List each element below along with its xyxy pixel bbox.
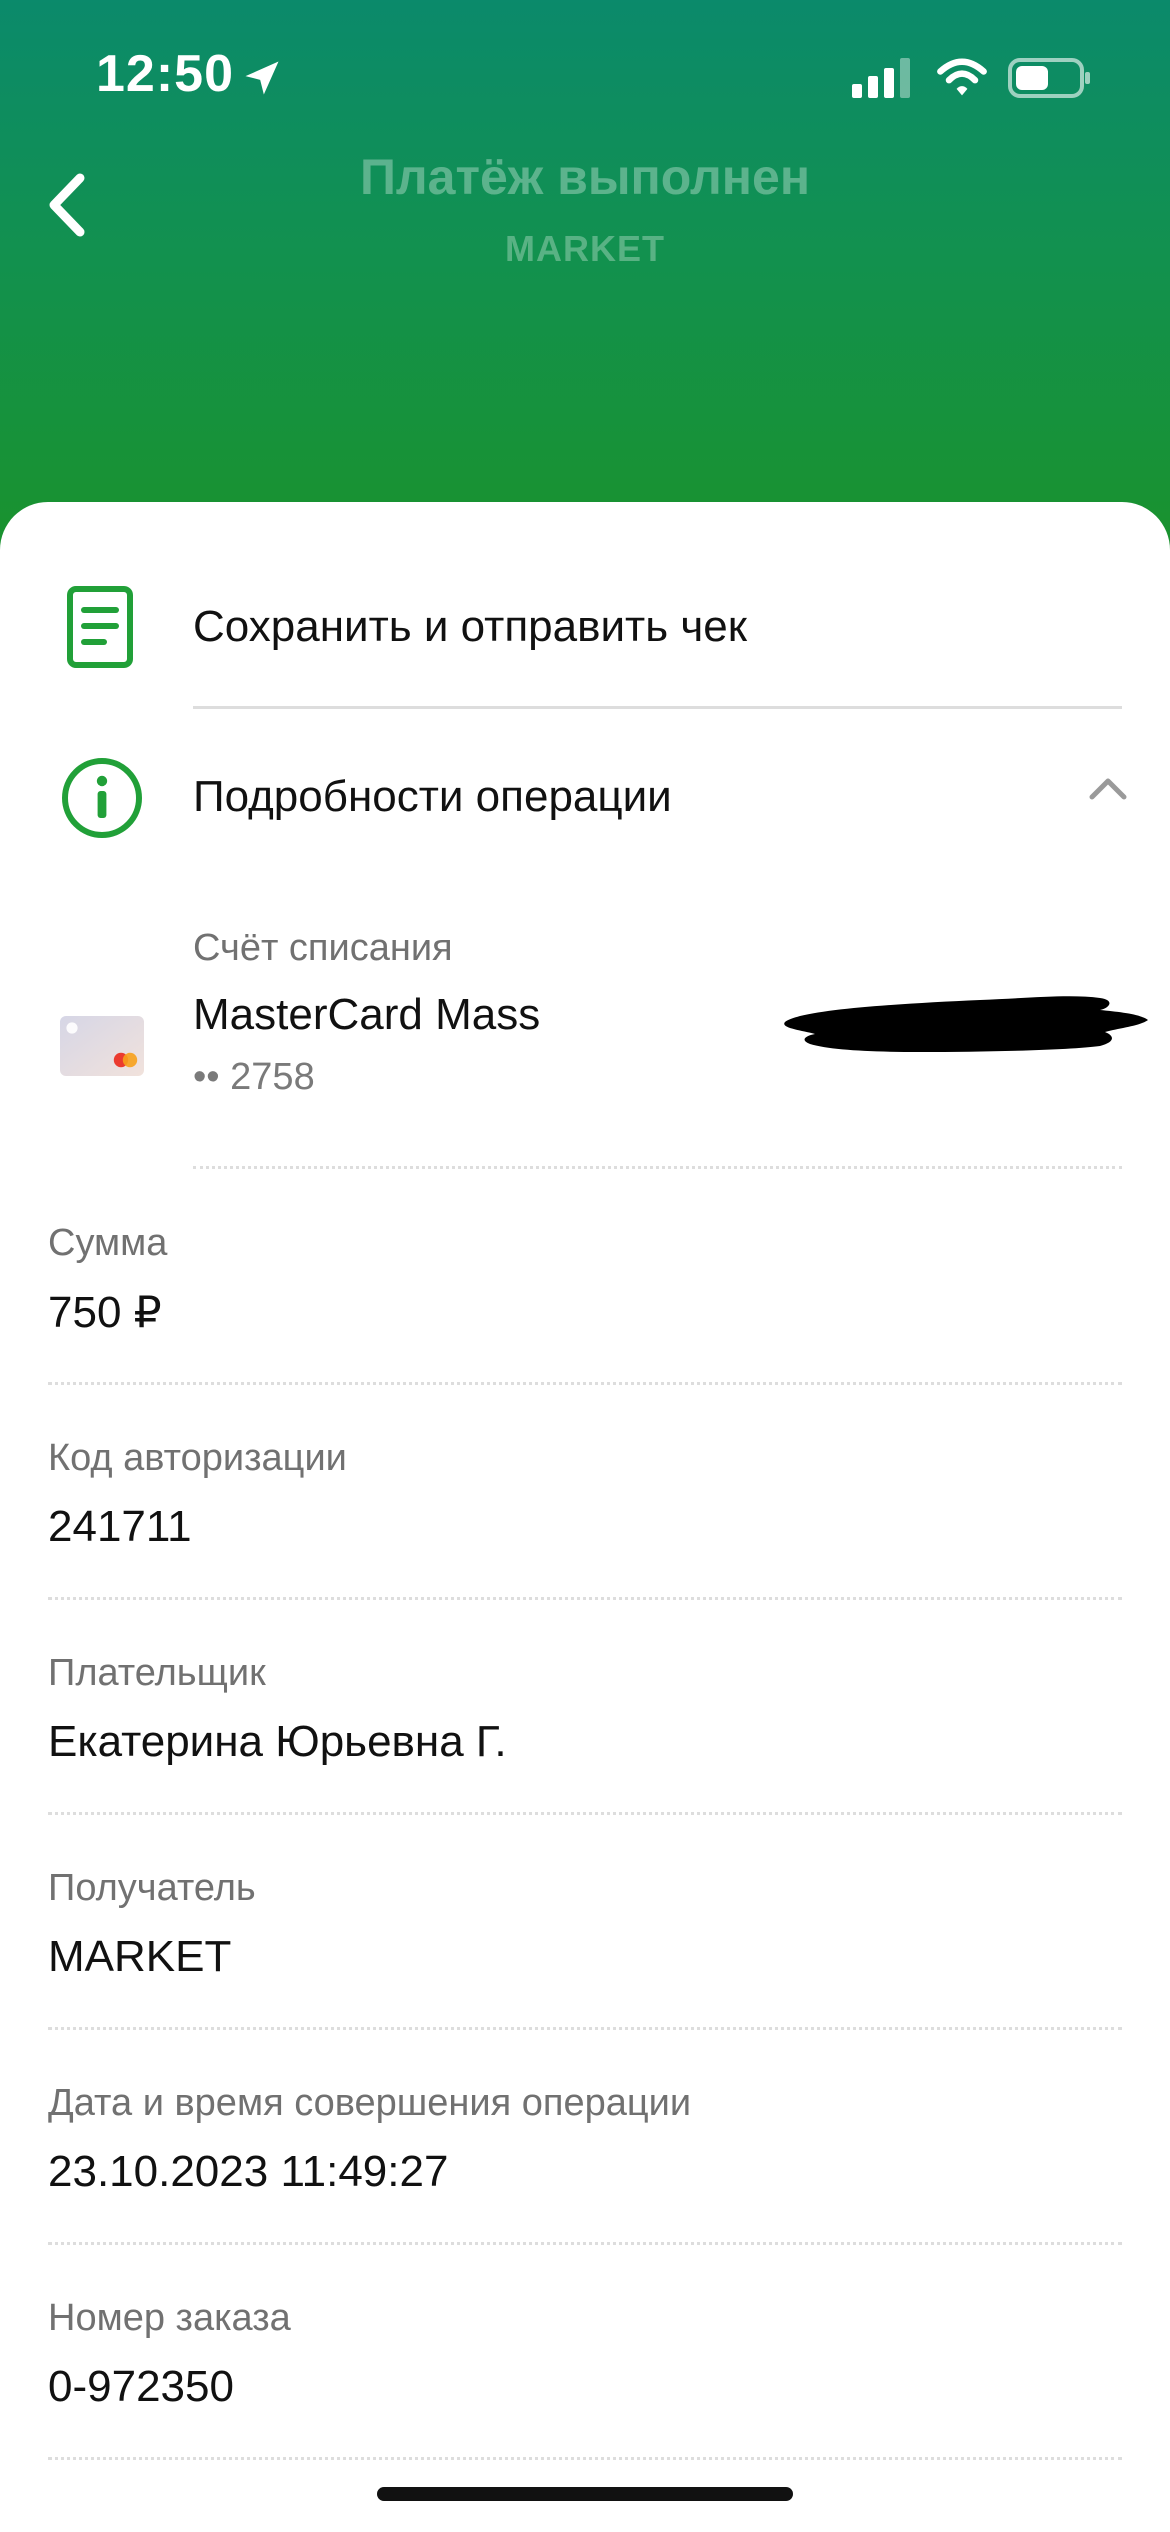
bank-card-icon bbox=[60, 1016, 144, 1076]
header: 12:50 Платёж выполнен MARKET bbox=[0, 0, 1170, 560]
datetime-value: 23.10.2023 11:49:27 bbox=[48, 2147, 449, 2196]
dotted-divider bbox=[48, 2027, 1122, 2030]
home-indicator[interactable] bbox=[377, 2487, 793, 2501]
dotted-divider bbox=[48, 2242, 1122, 2245]
account-label: Счёт списания bbox=[193, 927, 453, 969]
order-number-label: Номер заказа bbox=[48, 2297, 291, 2339]
card-number: •• 2758 bbox=[193, 1056, 315, 1098]
save-receipt-row[interactable]: Сохранить и отправить чек bbox=[0, 542, 1170, 710]
status-time: 12:50 bbox=[96, 45, 234, 103]
dotted-divider bbox=[48, 1597, 1122, 1600]
header-title: Платёж выполнен bbox=[359, 149, 811, 205]
battery-icon bbox=[1008, 58, 1090, 98]
receipt-icon bbox=[67, 586, 133, 668]
save-receipt-label: Сохранить и отправить чек bbox=[193, 602, 747, 651]
header-subtitle: MARKET bbox=[505, 228, 665, 269]
details-label: Подробности операции bbox=[193, 772, 672, 821]
auth-code-label: Код авторизации bbox=[48, 1437, 347, 1479]
dotted-divider bbox=[48, 1812, 1122, 1815]
recipient-value: MARKET bbox=[48, 1932, 232, 1981]
redaction-mark bbox=[784, 996, 1148, 1052]
divider bbox=[193, 706, 1122, 709]
wifi-icon bbox=[937, 58, 987, 96]
amount-value: 750 ₽ bbox=[48, 1288, 162, 1337]
location-arrow-icon bbox=[245, 61, 279, 95]
dotted-divider bbox=[48, 1382, 1122, 1385]
recipient-label: Получатель bbox=[48, 1867, 256, 1909]
card-name: MasterCard Mass bbox=[193, 990, 541, 1039]
chevron-up-icon[interactable] bbox=[1088, 777, 1128, 801]
dotted-divider bbox=[48, 2457, 1122, 2460]
details-card: Сохранить и отправить чек Подробности оп… bbox=[0, 502, 1170, 2532]
datetime-label: Дата и время совершения операции bbox=[48, 2082, 692, 2124]
auth-code-value: 241711 bbox=[48, 1502, 192, 1551]
payer-value: Екатерина Юрьевна Г. bbox=[48, 1717, 507, 1766]
dotted-divider bbox=[193, 1166, 1122, 1169]
payer-label: Плательщик bbox=[48, 1652, 266, 1694]
order-number-value: 0-972350 bbox=[48, 2362, 234, 2411]
info-icon bbox=[62, 758, 142, 838]
signal-icon bbox=[852, 58, 910, 98]
operation-details-row[interactable]: Подробности операции bbox=[0, 712, 1170, 880]
amount-label: Сумма bbox=[48, 1222, 168, 1264]
screen: 12:50 Платёж выполнен MARKET Сохранить и… bbox=[0, 0, 1170, 2532]
